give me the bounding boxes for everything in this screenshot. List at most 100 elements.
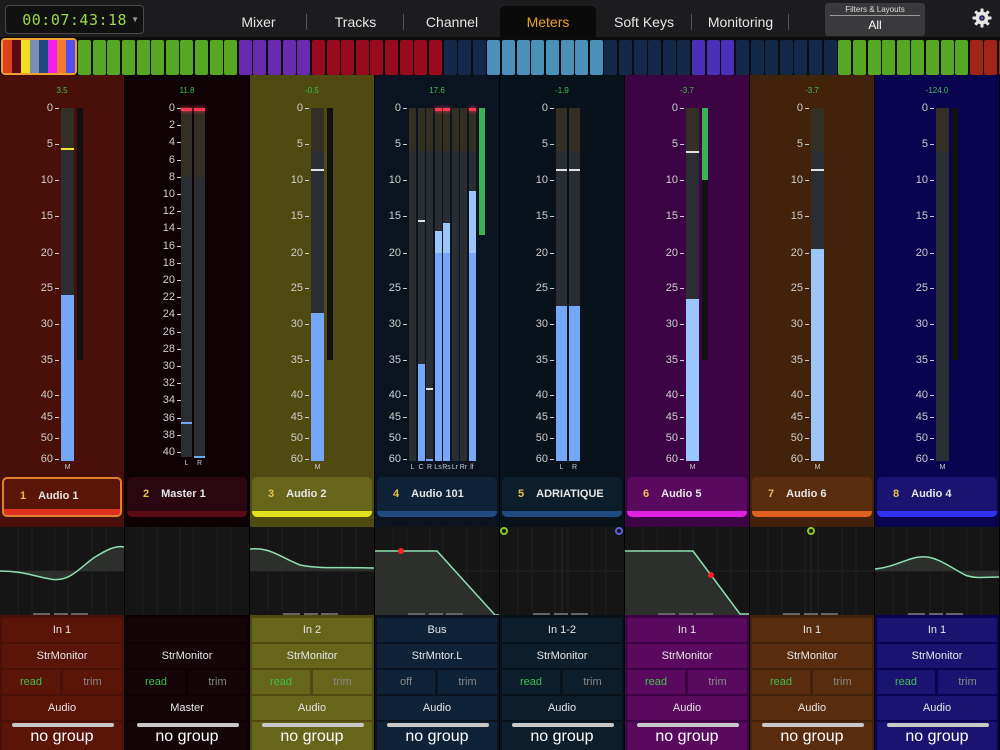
bank-track-chip[interactable] [121,40,135,75]
eq-curve-display[interactable] [500,527,624,615]
input-selector[interactable]: In 1 [2,618,122,642]
bank-track-chip[interactable] [268,40,282,75]
bank-track-chip[interactable] [311,40,325,75]
output-selector[interactable]: StrMonitor [2,644,122,668]
input-selector[interactable]: In 1 [627,618,747,642]
bank-track-chip[interactable] [399,40,413,75]
bank-track-chip[interactable] [195,40,208,75]
bank-track-chip[interactable] [487,40,501,75]
bank-track-chip[interactable] [253,40,267,75]
trim-toggle[interactable]: trim [563,670,622,694]
track-name-button[interactable]: 5 ADRIATIQUE [502,477,622,517]
bank-track-chip[interactable] [955,40,969,75]
bank-track-chip[interactable] [282,40,296,75]
group-slider[interactable] [762,723,864,727]
bank-track-chip[interactable] [107,40,121,75]
bank-track-chip[interactable] [238,40,252,75]
bank-track-chip[interactable] [823,40,837,75]
group-slider[interactable] [637,723,739,727]
eq-curve-display[interactable] [250,527,374,615]
bank-track-chip[interactable] [414,40,428,75]
bank-track-chip[interactable] [560,40,574,75]
trim-toggle[interactable]: trim [188,670,247,694]
bank-track-chip[interactable] [984,40,998,75]
bank-track-chip[interactable] [911,40,925,75]
bank-track-chip[interactable] [545,40,559,75]
bank-track-chip[interactable] [370,40,384,75]
bank-track-chip[interactable] [589,40,603,75]
bank-track-chip[interactable] [165,40,179,75]
trim-toggle[interactable]: trim [438,670,497,694]
timecode-display[interactable]: 00:07:43:18 ▼ [5,5,144,34]
bank-track-chip[interactable] [721,40,735,75]
group-slider[interactable] [12,723,114,727]
bank-track-chip[interactable] [940,40,954,75]
bank-track-chip[interactable] [428,40,442,75]
bank-track-chip[interactable] [502,40,515,75]
group-slider[interactable] [512,723,614,727]
output-selector[interactable]: StrMonitor [502,644,622,668]
bank-track-chip[interactable] [735,40,749,75]
tab-mixer[interactable]: Mixer [210,6,307,37]
output-selector[interactable]: StrMonitor [252,644,372,668]
input-selector[interactable]: In 1-2 [502,618,622,642]
automation-mode[interactable]: off [377,670,435,694]
output-selector[interactable]: StrMonitor [127,644,247,668]
input-selector[interactable]: Bus [377,618,497,642]
bank-track-chip[interactable] [765,40,779,75]
bank-track-chip[interactable] [969,40,983,75]
bank-track-chip[interactable] [326,40,340,75]
bank-track-chip[interactable] [692,40,705,75]
bank-selector[interactable] [0,37,1000,75]
track-name-button[interactable]: 3 Audio 2 [252,477,372,517]
bank-track-chip[interactable] [458,40,472,75]
bank-track-chip[interactable] [677,40,691,75]
group-slider[interactable] [887,723,989,727]
trim-toggle[interactable]: trim [688,670,747,694]
eq-curve-display[interactable] [625,527,749,615]
bank-track-chip[interactable] [136,40,150,75]
automation-mode[interactable]: read [127,670,185,694]
input-selector[interactable] [127,618,247,642]
bank-track-chip[interactable] [867,40,881,75]
bank-track-chip[interactable] [706,40,720,75]
bank-track-chip[interactable] [604,40,618,75]
bank-track-chip[interactable] [472,40,486,75]
eq-curve-display[interactable] [0,527,124,615]
bank-track-chip[interactable] [92,40,106,75]
output-selector[interactable]: StrMonitor [752,644,872,668]
bank-track-chip[interactable] [151,40,165,75]
bank-track-chip[interactable] [852,40,866,75]
bank-track-chip[interactable] [809,40,822,75]
bank-track-chip[interactable] [341,40,355,75]
trim-toggle[interactable]: trim [938,670,997,694]
bank-track-chip[interactable] [385,40,398,75]
bank-track-chip[interactable] [882,40,896,75]
eq-curve-display[interactable] [125,527,249,615]
eq-curve-display[interactable] [375,527,499,615]
gear-icon[interactable] [972,8,992,28]
bank-track-chip[interactable] [443,40,457,75]
track-name-button[interactable]: 1 Audio 1 [2,477,122,517]
tab-channel[interactable]: Channel [404,6,500,37]
group-slider[interactable] [262,723,364,727]
bank-track-chip[interactable] [926,40,939,75]
track-name-button[interactable]: 7 Audio 6 [752,477,872,517]
group-slider[interactable] [137,723,239,727]
automation-mode[interactable]: read [752,670,810,694]
bank-track-chip[interactable] [896,40,910,75]
automation-mode[interactable]: read [877,670,935,694]
automation-mode[interactable]: read [627,670,685,694]
bank-track-chip[interactable] [750,40,764,75]
bank-track-chip[interactable] [224,40,238,75]
eq-curve-display[interactable] [875,527,999,615]
bank-track-chip[interactable] [209,40,223,75]
bank-track-chip[interactable] [633,40,647,75]
tab-monitoring[interactable]: Monitoring [692,6,789,37]
trim-toggle[interactable]: trim [63,670,122,694]
bank-track-chip[interactable] [648,40,662,75]
track-name-button[interactable]: 2 Master 1 [127,477,247,517]
bank-track-chip[interactable] [180,40,194,75]
group-slider[interactable] [387,723,489,727]
bank-track-chip[interactable] [355,40,369,75]
